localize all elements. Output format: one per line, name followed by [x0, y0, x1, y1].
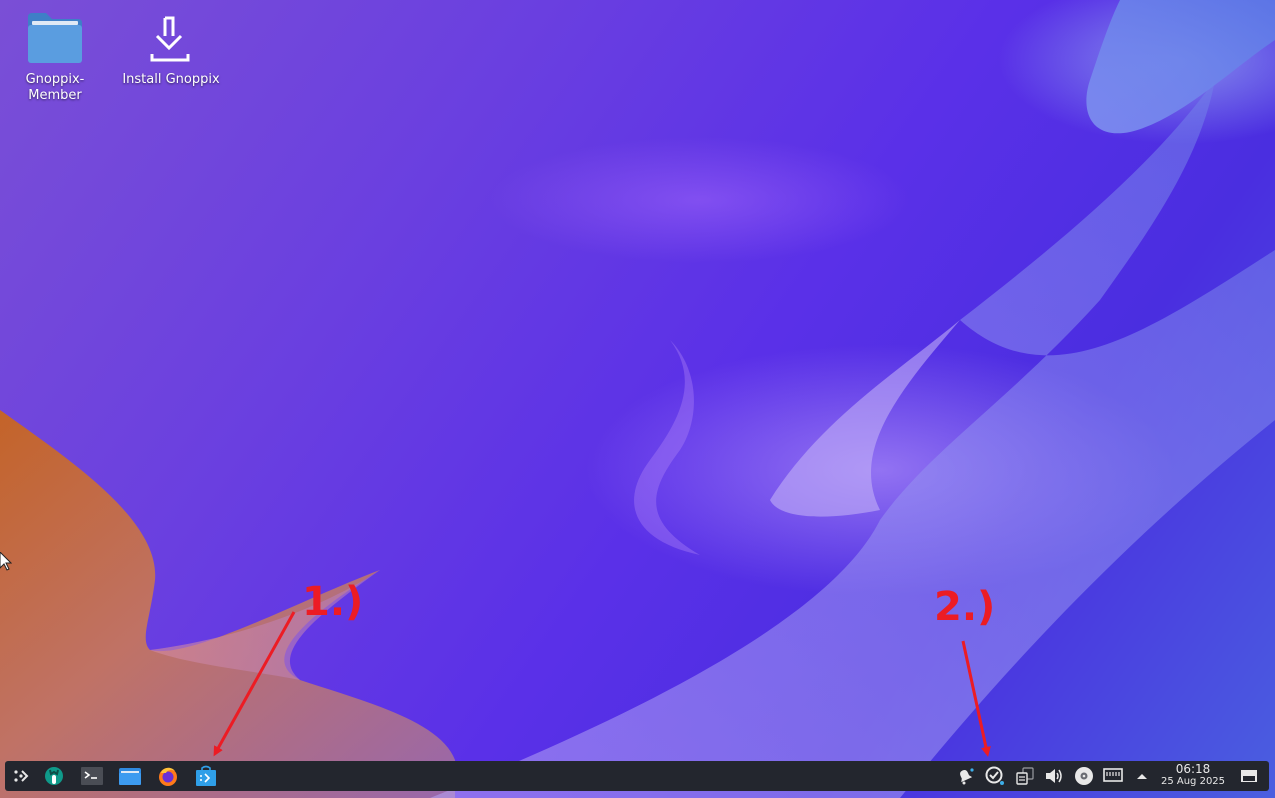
app-menu-icon [14, 770, 29, 782]
annotation-marker-1: 1.) [302, 579, 364, 625]
update-icon [985, 766, 1004, 785]
network-button[interactable] [1101, 761, 1125, 791]
clock-date: 25 Aug 2025 [1160, 776, 1226, 787]
desktop[interactable]: Gnoppix- Member Install Gnoppix 1.) 2.) [0, 0, 1275, 798]
chevron-up-icon [1137, 774, 1147, 779]
disc-icon [1075, 767, 1093, 785]
show-desktop-icon [1241, 770, 1257, 782]
taskbar: 06:18 25 Aug 2025 [5, 761, 1269, 791]
clipboard-button[interactable] [1013, 761, 1037, 791]
media-disc-button[interactable] [1072, 761, 1096, 791]
notifications-button[interactable] [953, 761, 977, 791]
gnoppix-app-button[interactable] [39, 761, 69, 791]
ethernet-icon [1103, 768, 1123, 782]
show-desktop-button[interactable] [1237, 761, 1261, 791]
mouse-cursor-icon [0, 552, 12, 571]
file-manager-button[interactable] [115, 761, 145, 791]
download-install-icon [141, 10, 201, 66]
wallpaper [0, 0, 1275, 798]
clock[interactable]: 06:18 25 Aug 2025 [1155, 763, 1231, 788]
terminal-icon [81, 767, 103, 785]
clock-time: 06:18 [1175, 762, 1211, 776]
bell-icon [960, 768, 974, 785]
volume-button[interactable] [1042, 761, 1066, 791]
desktop-icon-install-gnoppix[interactable]: Install Gnoppix [116, 10, 226, 88]
application-launcher-button[interactable] [7, 761, 35, 791]
desktop-icon-label: Install Gnoppix [122, 72, 220, 87]
folder-icon [25, 10, 85, 66]
firefox-icon [159, 767, 177, 786]
show-hidden-tray-button[interactable] [1131, 761, 1153, 791]
folder-icon [119, 768, 141, 785]
updates-button[interactable] [983, 761, 1007, 791]
clipboard-icon [1016, 767, 1034, 785]
desktop-icon-gnoppix-member[interactable]: Gnoppix- Member [0, 10, 110, 104]
annotation-marker-2: 2.) [934, 584, 996, 630]
desktop-icon-label: Gnoppix- Member [25, 72, 85, 103]
gnoppix-logo-icon [45, 767, 63, 785]
software-store-button[interactable] [191, 761, 221, 791]
speaker-icon [1046, 769, 1062, 783]
terminal-button[interactable] [77, 761, 107, 791]
store-bag-icon [196, 765, 216, 786]
firefox-button[interactable] [153, 761, 183, 791]
